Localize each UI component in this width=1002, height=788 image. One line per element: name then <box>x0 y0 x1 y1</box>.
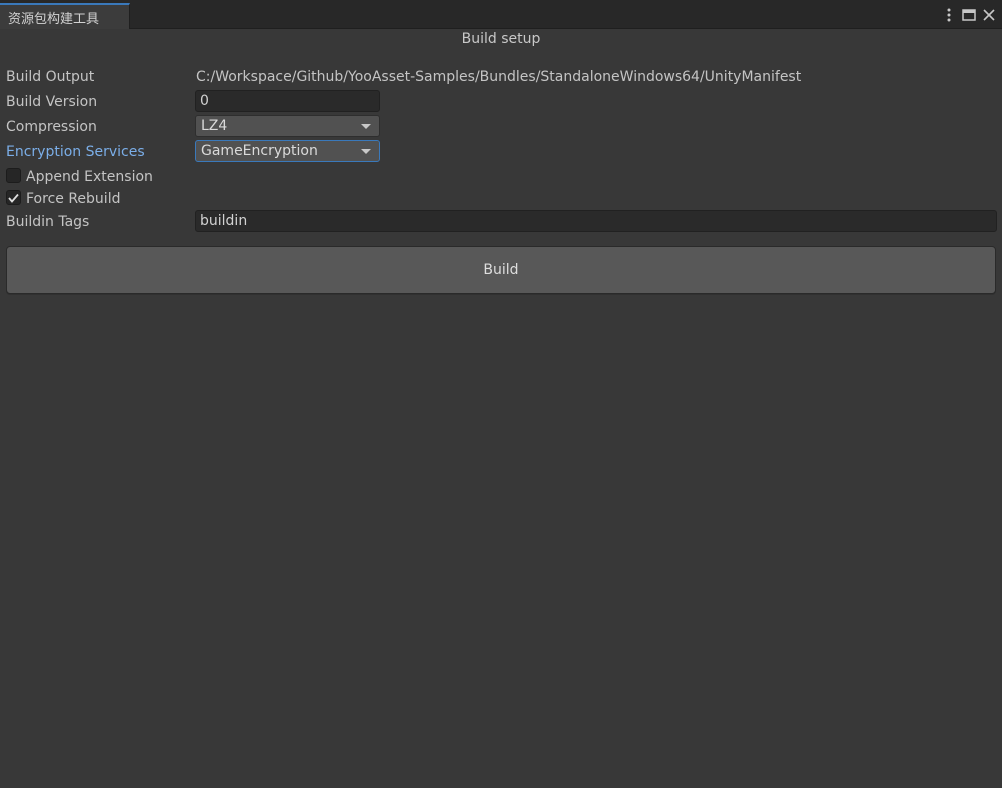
force-rebuild-label: Force Rebuild <box>26 191 121 207</box>
compression-selected-value: LZ4 <box>201 118 228 134</box>
build-output-label: Build Output <box>6 69 95 85</box>
buildin-tags-field[interactable]: buildin <box>195 210 997 232</box>
build-version-value: 0 <box>200 93 209 109</box>
chevron-down-icon <box>361 149 371 154</box>
buildin-tags-label: Buildin Tags <box>6 214 90 230</box>
build-output-value: C:/Workspace/Github/YooAsset-Samples/Bun… <box>196 69 802 85</box>
force-rebuild-checkbox[interactable] <box>6 190 21 205</box>
encryption-services-label: Encryption Services <box>6 144 145 160</box>
checkmark-icon <box>8 193 19 203</box>
window-controls <box>942 6 996 24</box>
chevron-down-icon <box>361 124 371 129</box>
encryption-services-selected-value: GameEncryption <box>201 143 318 159</box>
kebab-menu-icon[interactable] <box>942 7 956 23</box>
append-extension-checkbox[interactable] <box>6 168 21 183</box>
build-button-label: Build <box>483 262 519 278</box>
tab-bar: 资源包构建工具 <box>0 0 1002 29</box>
section-title: Build setup <box>461 31 541 47</box>
tab-title: 资源包构建工具 <box>8 11 100 27</box>
compression-label: Compression <box>6 119 97 135</box>
build-button[interactable]: Build <box>6 246 996 294</box>
maximize-icon[interactable] <box>962 7 976 23</box>
buildin-tags-value: buildin <box>200 213 248 229</box>
close-icon[interactable] <box>982 7 996 23</box>
build-version-field[interactable]: 0 <box>195 90 380 112</box>
compression-dropdown[interactable]: LZ4 <box>195 115 380 137</box>
build-tool-window: 资源包构建工具 Build setup Build Output C:/Work… <box>0 0 1002 788</box>
tab-build-tool[interactable]: 资源包构建工具 <box>0 3 130 29</box>
encryption-services-dropdown[interactable]: GameEncryption <box>195 140 380 162</box>
append-extension-label: Append Extension <box>26 169 153 185</box>
build-version-label: Build Version <box>6 94 98 110</box>
